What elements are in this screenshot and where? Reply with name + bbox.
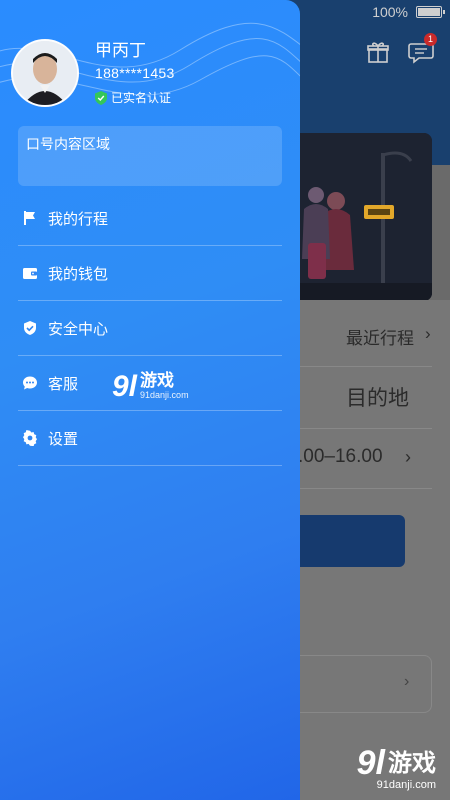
menu-item-my-trips[interactable]: 我的行程 <box>18 191 282 246</box>
chevron-right-icon: › <box>404 673 410 690</box>
info-card[interactable] <box>296 655 432 713</box>
divider <box>300 428 432 429</box>
watermark-number: 9l <box>356 744 385 782</box>
slogan-placeholder: 口号内容区域 <box>26 136 110 152</box>
menu-label: 客服 <box>48 375 79 393</box>
menu-label: 设置 <box>48 430 79 448</box>
banner-illustration <box>286 133 432 301</box>
battery-percentage: 100% <box>372 4 408 20</box>
menu-label: 我的行程 <box>48 210 109 228</box>
user-photo <box>13 41 77 105</box>
menu-item-security-center[interactable]: 安全中心 <box>18 301 282 356</box>
submit-button[interactable] <box>296 515 405 567</box>
watermark-text: 游戏 <box>140 371 175 390</box>
watermark-url: 91danji.com <box>140 390 189 400</box>
watermark-logo: 9l 游戏 91danji.com <box>112 370 189 403</box>
corner-watermark-logo: 9l 游戏 91danji.com <box>356 744 436 792</box>
drawer-menu: 我的行程 我的钱包 安全中心 客服 设置 <box>18 191 282 466</box>
watermark-number: 9l <box>112 370 138 403</box>
watermark-url: 91danji.com <box>376 779 436 791</box>
menu-label: 我的钱包 <box>48 265 109 283</box>
divider <box>300 488 432 489</box>
recent-trips-link[interactable]: 最近行程 <box>346 324 414 349</box>
verified-status: 已实名认证 <box>95 89 171 106</box>
menu-item-wallet[interactable]: 我的钱包 <box>18 246 282 301</box>
promo-banner[interactable] <box>286 133 432 301</box>
chevron-right-icon: › <box>425 324 431 343</box>
wallet-icon <box>22 265 38 281</box>
chevron-right-icon: › <box>405 447 411 467</box>
verified-label: 已实名认证 <box>111 91 172 105</box>
menu-label: 安全中心 <box>48 320 109 338</box>
time-range-field[interactable]: .00–16.00 <box>298 446 383 468</box>
shield-check-icon <box>22 320 38 336</box>
divider <box>300 366 432 367</box>
destination-field[interactable]: 目的地 <box>346 382 409 412</box>
message-badge: 1 <box>424 33 437 46</box>
chat-bubble-icon <box>22 375 38 391</box>
gift-icon[interactable] <box>366 40 390 64</box>
shield-check-icon <box>95 90 107 105</box>
slogan-content-area: 口号内容区域 <box>18 126 282 186</box>
battery-icon <box>416 6 445 18</box>
user-phone: 188****1453 <box>95 65 175 81</box>
avatar[interactable] <box>11 39 79 107</box>
user-name: 甲丙丁 <box>95 41 146 60</box>
menu-item-settings[interactable]: 设置 <box>18 411 282 466</box>
side-drawer: 甲丙丁 188****1453 已实名认证 口号内容区域 我的行程 我的钱包 安… <box>0 0 300 800</box>
gear-icon <box>22 430 38 446</box>
flag-icon <box>22 210 38 226</box>
watermark-text: 游戏 <box>388 750 436 777</box>
